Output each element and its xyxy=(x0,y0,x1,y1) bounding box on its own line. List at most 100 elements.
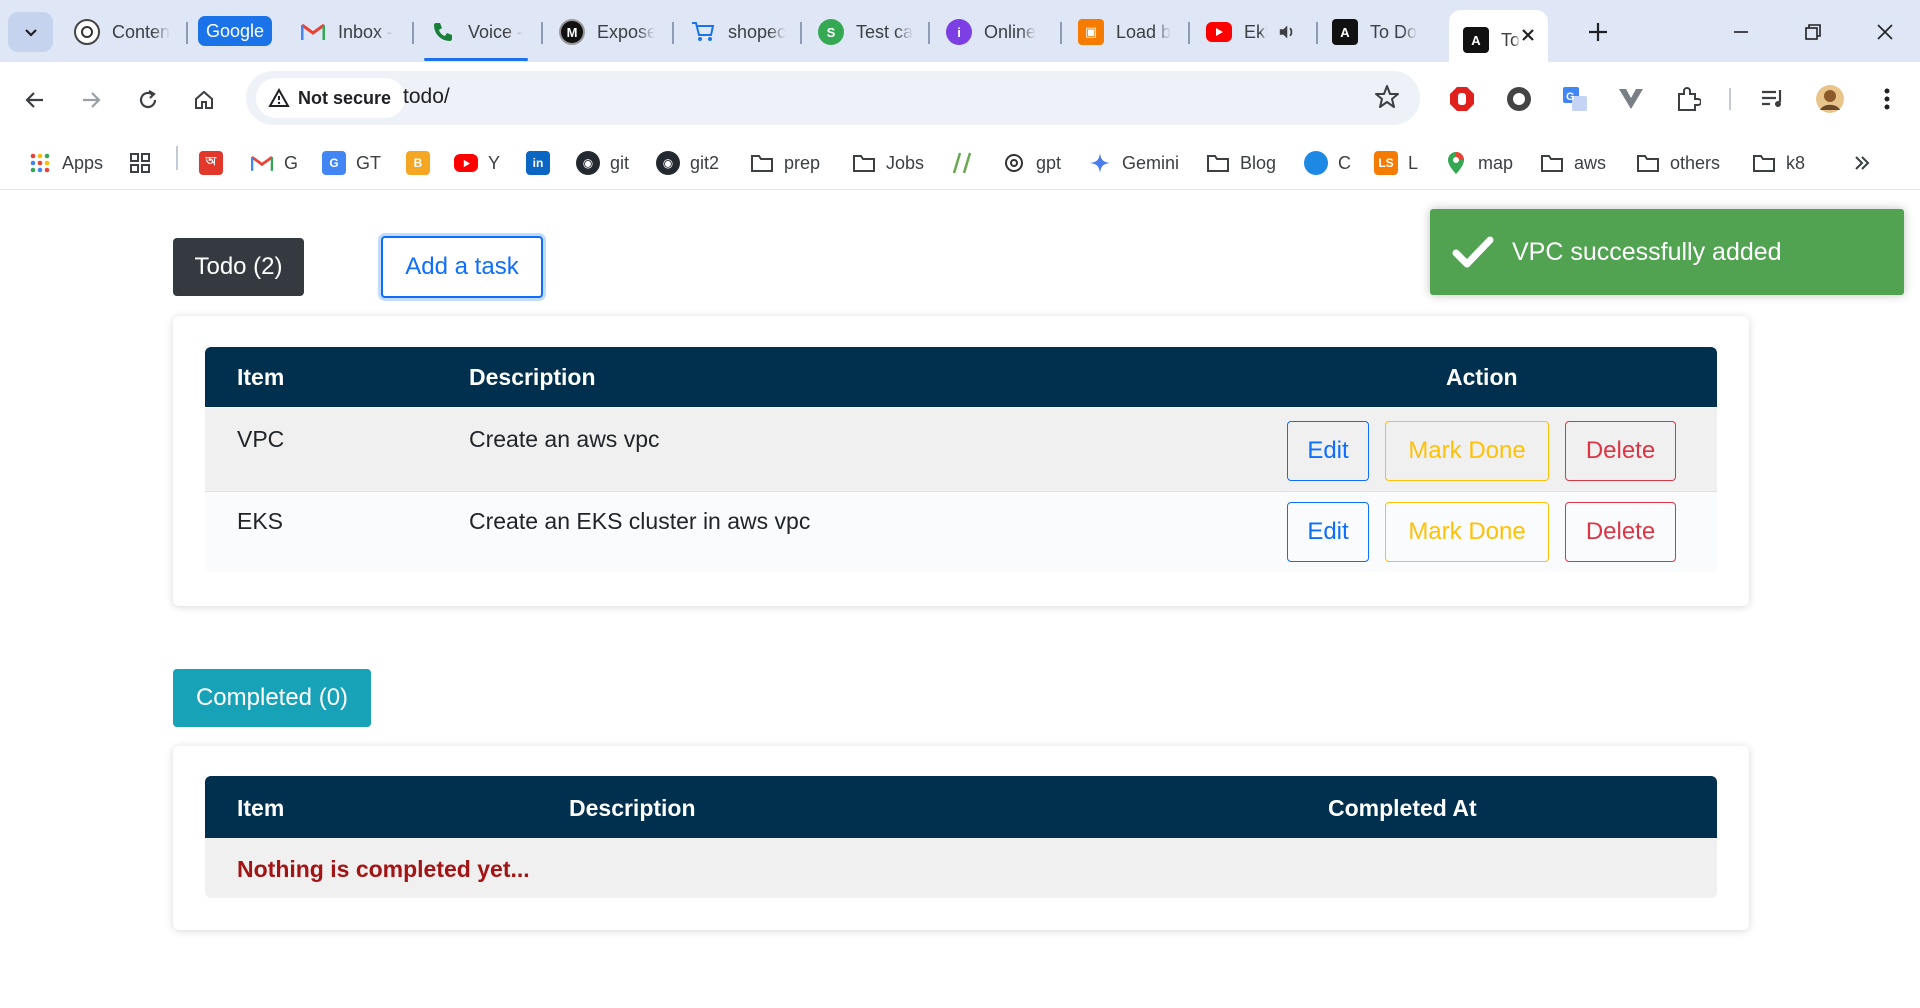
tab-test[interactable]: S Test ca xyxy=(818,10,914,54)
checkmark-icon xyxy=(1452,236,1494,268)
completed-table-header: Item Description Completed At xyxy=(205,776,1717,838)
bookmark-slashes[interactable] xyxy=(950,146,984,180)
cell-description: Create an aws vpc xyxy=(469,426,660,452)
circle-extension-icon[interactable] xyxy=(1502,82,1536,116)
warning-icon xyxy=(268,88,290,107)
bookmark-star-icon[interactable] xyxy=(1374,84,1400,110)
tab-divider xyxy=(1316,22,1318,44)
bookmark-gmail[interactable]: G xyxy=(250,146,298,180)
restore-button[interactable] xyxy=(1786,12,1840,52)
gmail-icon xyxy=(250,151,274,175)
address-bar[interactable]: Not secure todo/ xyxy=(246,71,1420,125)
bookmark-git[interactable]: ◉ git xyxy=(576,146,629,180)
url-text[interactable]: todo/ xyxy=(403,85,450,109)
bookmarks-overflow-button[interactable] xyxy=(1852,146,1872,180)
security-chip[interactable]: Not secure xyxy=(256,78,406,118)
bookmark-folder-prep[interactable]: prep xyxy=(750,146,820,180)
profile-avatar[interactable] xyxy=(1813,82,1847,116)
bookmark-apps[interactable]: Apps xyxy=(28,146,103,180)
tab-conten[interactable]: Conten xyxy=(74,10,170,54)
header-completed-at: Completed At xyxy=(1328,795,1477,821)
blue-globe-icon xyxy=(1304,151,1328,175)
bookmark-gt[interactable]: G GT xyxy=(322,146,381,180)
close-icon xyxy=(1877,24,1893,40)
bookmark-linkedin[interactable]: in xyxy=(526,146,560,180)
header-description: Description xyxy=(569,795,696,821)
tab-divider xyxy=(672,22,674,44)
todo-count-button[interactable]: Todo (2) xyxy=(173,238,304,296)
bookmark-c[interactable]: C xyxy=(1304,146,1351,180)
purple-i-icon: i xyxy=(946,19,972,45)
back-button[interactable] xyxy=(15,80,55,120)
tab-search-button[interactable] xyxy=(8,12,53,52)
active-tab[interactable]: A To xyxy=(1449,10,1548,62)
tab-load[interactable]: ▣ Load b xyxy=(1078,10,1174,54)
edit-button[interactable]: Edit xyxy=(1287,421,1369,481)
orange-ls-icon: LS xyxy=(1374,151,1398,175)
delete-button[interactable]: Delete xyxy=(1565,502,1676,562)
bookmark-folder-jobs[interactable]: Jobs xyxy=(852,146,924,180)
folder-icon xyxy=(1206,151,1230,175)
tab-online[interactable]: i Online xyxy=(946,10,1042,54)
extensions-puzzle-icon[interactable] xyxy=(1671,82,1705,116)
bookmark-folder-others[interactable]: others xyxy=(1636,146,1720,180)
tab-todo[interactable]: A To Do xyxy=(1332,10,1436,54)
translate-extension-icon[interactable]: G xyxy=(1558,82,1592,116)
tab-divider xyxy=(928,22,930,44)
bookmark-gemini[interactable]: Gemini xyxy=(1088,146,1179,180)
media-control-icon[interactable] xyxy=(1756,82,1790,116)
bookmark-red[interactable]: অ xyxy=(199,146,233,180)
reload-icon xyxy=(139,90,157,109)
bookmark-youtube[interactable]: Y xyxy=(454,146,500,180)
toast-message: VPC successfully added xyxy=(1512,237,1782,266)
header-description: Description xyxy=(469,364,596,390)
tab-voice[interactable]: Voice - xyxy=(430,10,526,54)
cell-item: VPC xyxy=(237,426,285,452)
bookmark-tab-groups[interactable] xyxy=(128,146,162,180)
minimize-button[interactable] xyxy=(1714,12,1768,52)
bookmark-l[interactable]: LS L xyxy=(1374,146,1418,180)
tab-expose[interactable]: M Expose xyxy=(559,10,655,54)
bookmark-folder-aws[interactable]: aws xyxy=(1540,146,1606,180)
success-toast[interactable]: VPC successfully added xyxy=(1430,209,1904,295)
toolbar-divider xyxy=(1729,88,1731,110)
bookmark-blogger[interactable]: B xyxy=(406,146,440,180)
new-tab-icon[interactable] xyxy=(1587,21,1609,43)
home-button[interactable] xyxy=(184,80,224,120)
adblock-extension-icon[interactable] xyxy=(1445,82,1479,116)
bookmark-gpt[interactable]: gpt xyxy=(1002,146,1061,180)
vue-extension-icon[interactable] xyxy=(1614,82,1648,116)
folder-icon xyxy=(1540,151,1564,175)
github-icon: ◉ xyxy=(656,151,680,175)
close-window-button[interactable] xyxy=(1858,12,1912,52)
tab-inbox[interactable]: Inbox - xyxy=(300,10,396,54)
todo-table-header: Item Description Action xyxy=(205,347,1717,407)
angular-icon: A xyxy=(1332,19,1358,45)
youtube-icon xyxy=(1206,22,1232,42)
close-tab-icon[interactable] xyxy=(1520,27,1536,43)
arrow-left-icon xyxy=(25,92,43,108)
empty-state-row: Nothing is completed yet... xyxy=(205,838,1717,898)
mark-done-button[interactable]: Mark Done xyxy=(1385,421,1549,481)
bookmark-folder-k8[interactable]: k8 xyxy=(1752,146,1805,180)
bookmark-map[interactable]: map xyxy=(1444,146,1513,180)
forward-button[interactable] xyxy=(71,80,111,120)
table-row: VPC Create an aws vpc Edit Mark Done Del… xyxy=(205,408,1717,492)
blogger-icon: B xyxy=(406,151,430,175)
tab-ekl[interactable]: Ekl xyxy=(1206,10,1296,54)
menu-kebab-icon[interactable] xyxy=(1870,82,1904,116)
delete-button[interactable]: Delete xyxy=(1565,421,1676,481)
tab-shopec[interactable]: shopec xyxy=(690,10,786,54)
tab-group-google[interactable]: Google xyxy=(198,16,272,46)
tab-divider xyxy=(541,22,543,44)
add-task-button[interactable]: Add a task xyxy=(381,236,543,298)
mark-done-button[interactable]: Mark Done xyxy=(1385,502,1549,562)
speaker-icon[interactable] xyxy=(1277,22,1296,42)
arrow-right-icon xyxy=(83,92,101,108)
bookmark-git2[interactable]: ◉ git2 xyxy=(656,146,719,180)
bookmark-folder-blog[interactable]: Blog xyxy=(1206,146,1276,180)
edit-button[interactable]: Edit xyxy=(1287,502,1369,562)
completed-count-button[interactable]: Completed (0) xyxy=(173,669,371,727)
reload-button[interactable] xyxy=(128,80,168,120)
tab-strip: Conten Google Inbox - Voice - M Expose s… xyxy=(0,0,1920,62)
